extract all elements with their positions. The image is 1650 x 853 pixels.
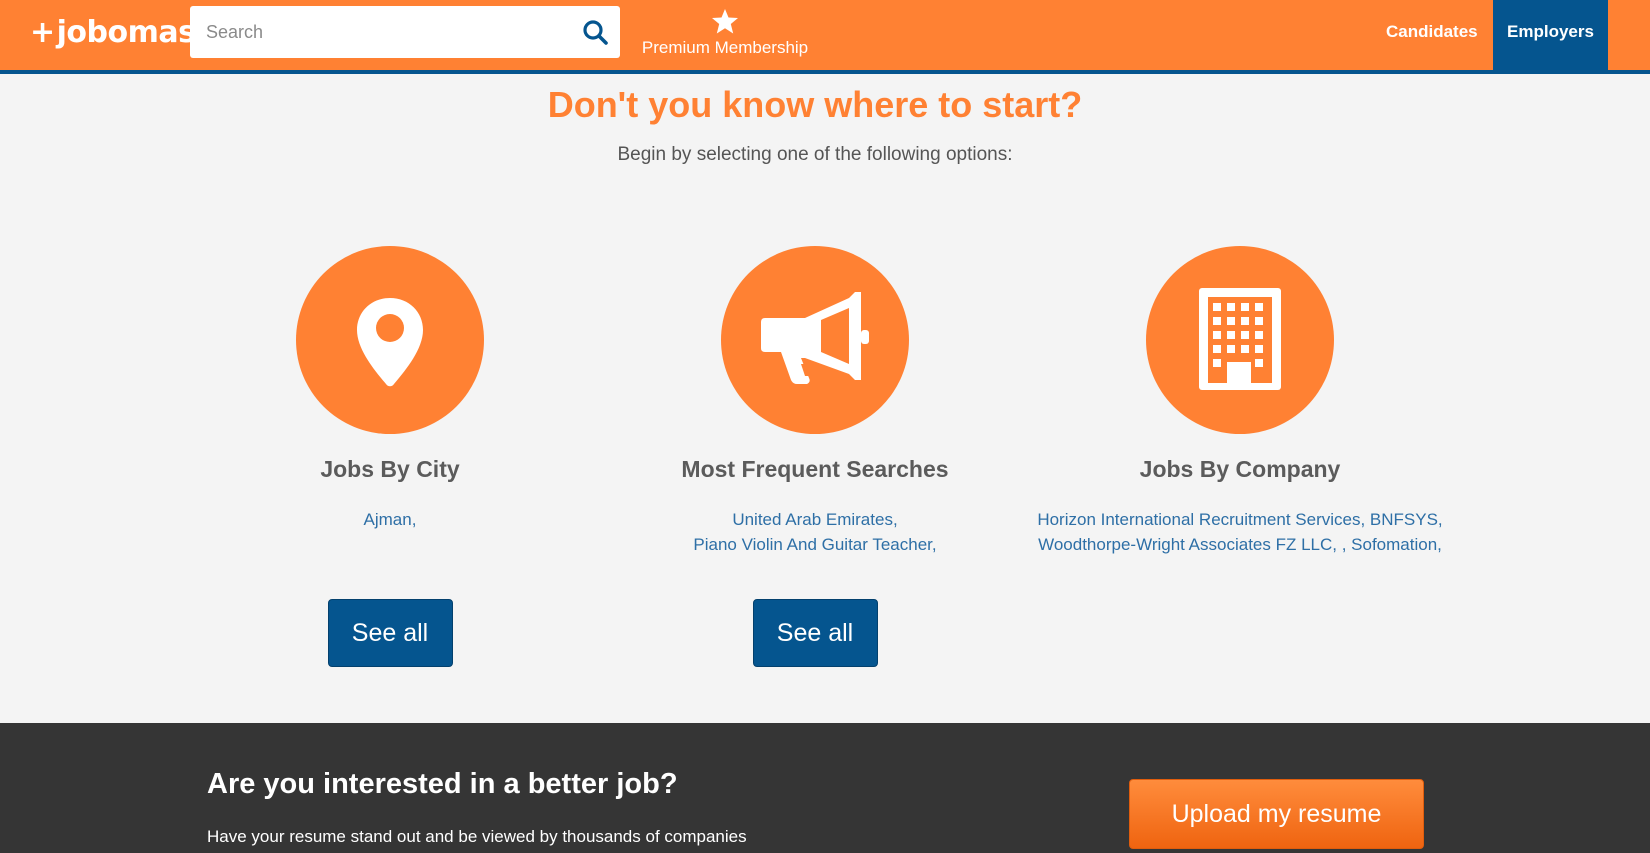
jobs-by-city-list: Ajman, xyxy=(170,507,610,532)
see-all-cities-button[interactable]: See all xyxy=(327,599,453,667)
map-pin-icon xyxy=(357,298,423,387)
company-link[interactable]: Horizon International Recruitment Servic… xyxy=(1020,507,1460,532)
most-frequent-searches-section: Most Frequent Searches United Arab Emira… xyxy=(595,246,1035,667)
logo[interactable]: +jobomas xyxy=(30,15,196,50)
see-all-searches-button[interactable]: See all xyxy=(752,599,878,667)
upload-resume-button[interactable]: Upload my resume xyxy=(1129,779,1424,849)
resume-cta-band: Are you interested in a better job? Have… xyxy=(0,723,1650,853)
search-box xyxy=(190,6,620,58)
jobs-by-company-list: Horizon International Recruitment Servic… xyxy=(1020,507,1460,557)
city-link[interactable]: Ajman, xyxy=(170,507,610,532)
logo-plus: + xyxy=(30,15,55,50)
logo-text: jobomas xyxy=(56,15,196,50)
search-link[interactable]: United Arab Emirates, xyxy=(595,507,1035,532)
premium-membership-label: Premium Membership xyxy=(641,38,809,57)
top-header: +jobomas Premium Membership Candidates E… xyxy=(0,0,1650,74)
jobs-by-city-section: Jobs By City Ajman, See all xyxy=(170,246,610,667)
jobs-by-city-title: Jobs By City xyxy=(320,456,460,482)
search-link[interactable]: Piano Violin And Guitar Teacher, xyxy=(595,532,1035,557)
most-frequent-searches-list: United Arab Emirates, Piano Violin And G… xyxy=(595,507,1035,557)
jobs-by-company-title: Jobs By Company xyxy=(1139,456,1341,482)
star-icon xyxy=(712,9,738,34)
most-frequent-searches-title: Most Frequent Searches xyxy=(681,456,949,482)
page-subtitle: Begin by selecting one of the following … xyxy=(617,144,1013,165)
most-frequent-searches-circle[interactable] xyxy=(721,246,909,434)
nav-employers[interactable]: Employers xyxy=(1493,0,1608,70)
company-link[interactable]: Woodthorpe-Wright Associates FZ LLC, , S… xyxy=(1020,532,1460,557)
nav-candidates[interactable]: Candidates xyxy=(1370,0,1492,70)
premium-membership-link[interactable]: Premium Membership xyxy=(630,8,820,58)
resume-cta-title: Are you interested in a better job? xyxy=(207,768,678,800)
jobs-by-city-circle[interactable] xyxy=(296,246,484,434)
jobs-by-company-circle[interactable] xyxy=(1146,246,1334,434)
search-input[interactable] xyxy=(190,12,560,52)
page-title: Don't you know where to start? xyxy=(547,84,1083,125)
megaphone-icon xyxy=(761,292,869,384)
building-icon xyxy=(1199,288,1281,390)
search-icon[interactable] xyxy=(582,19,608,45)
resume-cta-subtitle: Have your resume stand out and be viewed… xyxy=(207,827,747,846)
jobs-by-company-section: Jobs By Company Horizon International Re… xyxy=(1020,246,1460,557)
